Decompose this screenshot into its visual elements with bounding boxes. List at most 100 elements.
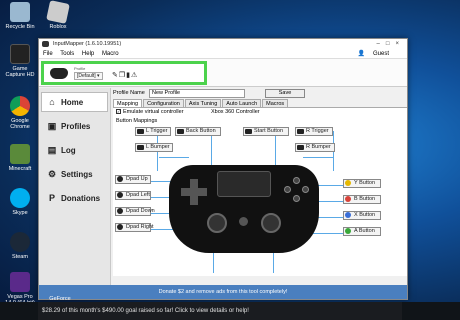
window-title: InputMapper (1.6.10.19951)	[53, 41, 122, 47]
minecraft-icon	[10, 144, 30, 164]
sidebar-item-label: Profiles	[61, 121, 91, 131]
dpad-up-mapping[interactable]: Dpad Up	[115, 175, 151, 184]
sidebar-item-log[interactable]: ▤ Log	[41, 140, 108, 160]
l-trigger-mapping[interactable]: L Trigger	[135, 127, 171, 136]
vegas-icon	[10, 272, 30, 292]
a-button-icon	[345, 228, 351, 234]
dpad-graphic	[181, 179, 207, 205]
roblox-icon	[46, 0, 70, 24]
connector-line	[273, 253, 274, 273]
x-button-icon	[345, 212, 351, 218]
mapping-label: L Trigger	[146, 128, 168, 134]
profile-select-value: [Default]	[77, 73, 96, 79]
profile-name-label: Profile Name	[113, 90, 145, 96]
window-controls: –□×	[377, 39, 405, 49]
r-trigger-mapping[interactable]: R Trigger	[295, 127, 333, 136]
close-icon[interactable]: ×	[395, 41, 405, 47]
minimize-icon[interactable]: –	[377, 41, 386, 47]
menu-tools[interactable]: Tools	[60, 51, 74, 57]
start-icon	[245, 129, 252, 134]
desktop-icon-roblox[interactable]: Roblox	[40, 0, 76, 30]
dpad-down-icon	[117, 208, 123, 214]
save-button[interactable]: Save	[265, 89, 305, 98]
l-bumper-mapping[interactable]: L Bumper	[135, 143, 173, 152]
taskbar: $28.29 of this month's $490.00 goal rais…	[0, 302, 460, 320]
edit-icon[interactable]: ✎	[112, 72, 119, 79]
controller-profile-highlight: Profile [Default] ▾ ✎❐▮⚠	[41, 61, 207, 85]
dpad-left-mapping[interactable]: Dpad Left	[115, 191, 151, 200]
skype-icon	[10, 188, 30, 208]
menu-file[interactable]: File	[43, 51, 53, 57]
mapping-label: Dpad Right	[126, 224, 154, 230]
circle-icon	[302, 186, 309, 193]
x-button-mapping[interactable]: X Button	[343, 211, 381, 220]
profile-toolbar: Profile [Default] ▾ ✎❐▮⚠	[39, 59, 407, 87]
l-trigger-icon	[137, 129, 144, 134]
inputmapper-window: InputMapper (1.6.10.19951) –□× File Tool…	[38, 38, 408, 300]
sidebar-item-profiles[interactable]: ▣ Profiles	[41, 116, 108, 136]
emulate-row: ✓ Emulate virtual controller Xbox 360 Con…	[113, 108, 407, 117]
mapping-label: Start Button	[254, 128, 284, 134]
toolbar-icons: ✎❐▮⚠	[112, 71, 138, 79]
donation-progress-text[interactable]: $28.29 of this month's $490.00 goal rais…	[38, 302, 402, 320]
desktop-icon-steam[interactable]: Steam	[2, 232, 38, 260]
sidebar: ⌂ Home ▣ Profiles ▤ Log ⚙ Settings P Donation…	[39, 88, 111, 285]
emulate-checkbox[interactable]: ✓	[116, 109, 121, 115]
dpad-down-mapping[interactable]: Dpad Down	[115, 207, 155, 216]
app-icon	[42, 41, 49, 47]
triangle-icon	[293, 177, 300, 184]
desktop-icon-label: Roblox	[49, 24, 67, 30]
profile-name-input[interactable]: New Profile	[149, 89, 245, 98]
menu-macro[interactable]: Macro	[102, 51, 119, 57]
mapping-label: Dpad Left	[126, 192, 150, 198]
emulate-label: Emulate virtual controller	[123, 109, 184, 115]
controller-icon[interactable]	[50, 68, 68, 79]
a-button-mapping[interactable]: A Button	[343, 227, 381, 236]
title-bar: InputMapper (1.6.10.19951) –□×	[39, 39, 407, 49]
square-icon	[284, 186, 291, 193]
desktop-icon-vegas[interactable]: Vegas Pro 14.0 (64-bit)	[2, 272, 38, 306]
ps-logo-icon	[239, 217, 248, 226]
mapping-label: X Button	[354, 212, 376, 218]
guest-account[interactable]: 👤 Guest	[358, 49, 395, 59]
back-button-mapping[interactable]: Back Button	[175, 127, 221, 136]
user-icon: 👤	[357, 51, 366, 57]
sidebar-item-settings[interactable]: ⚙ Settings	[41, 164, 108, 184]
home-icon: ⌂	[49, 97, 55, 107]
mapping-label: A Button	[354, 228, 375, 234]
y-button-mapping[interactable]: Y Button	[343, 179, 381, 188]
mapping-label: R Trigger	[306, 128, 329, 134]
tab-configuration[interactable]: Configuration	[143, 99, 184, 107]
profiles-icon: ▣	[47, 120, 57, 131]
desktop-icon-recycle-bin[interactable]: Recycle Bin	[2, 2, 38, 30]
desktop-icon-minecraft[interactable]: Minecraft	[2, 144, 38, 172]
left-stick-icon	[207, 213, 227, 233]
back-icon	[177, 129, 184, 134]
cross-icon	[293, 195, 300, 202]
mapping-label: Y Button	[354, 180, 375, 186]
tab-auto-launch[interactable]: Auto Launch	[222, 99, 262, 107]
warning-icon[interactable]: ⚠	[131, 72, 138, 79]
tab-mapping[interactable]: Mapping	[113, 99, 143, 107]
b-button-icon	[345, 196, 351, 202]
sidebar-item-donations[interactable]: P Donations	[41, 188, 108, 208]
tab-axis-tuning[interactable]: Axis Tuning	[184, 99, 222, 107]
desktop-icon-game-capture[interactable]: Game Capture HD	[2, 44, 38, 78]
donate-banner[interactable]: Donate $2 and remove ads from this tool …	[39, 285, 407, 299]
b-button-mapping[interactable]: B Button	[343, 195, 381, 204]
controller-type[interactable]: Xbox 360 Controller	[211, 108, 260, 117]
chrome-icon	[10, 96, 30, 116]
start-button-mapping[interactable]: Start Button	[243, 127, 289, 136]
desktop-icon-chrome[interactable]: Google Chrome	[2, 96, 38, 130]
r-bumper-mapping[interactable]: R Bumper	[295, 143, 335, 152]
desktop-icon-skype[interactable]: Skype	[2, 188, 38, 216]
r-trigger-icon	[297, 129, 304, 134]
main-panel: Profile Name New Profile Save Mapping Co…	[113, 88, 407, 285]
tab-macros[interactable]: Macros	[262, 99, 289, 107]
log-icon: ▤	[47, 144, 57, 155]
steam-icon	[10, 232, 30, 252]
dpad-right-mapping[interactable]: Dpad Right	[115, 223, 154, 232]
profile-select[interactable]: [Default] ▾	[74, 72, 103, 80]
menu-help[interactable]: Help	[82, 51, 94, 57]
sidebar-item-home[interactable]: ⌂ Home	[41, 92, 108, 112]
